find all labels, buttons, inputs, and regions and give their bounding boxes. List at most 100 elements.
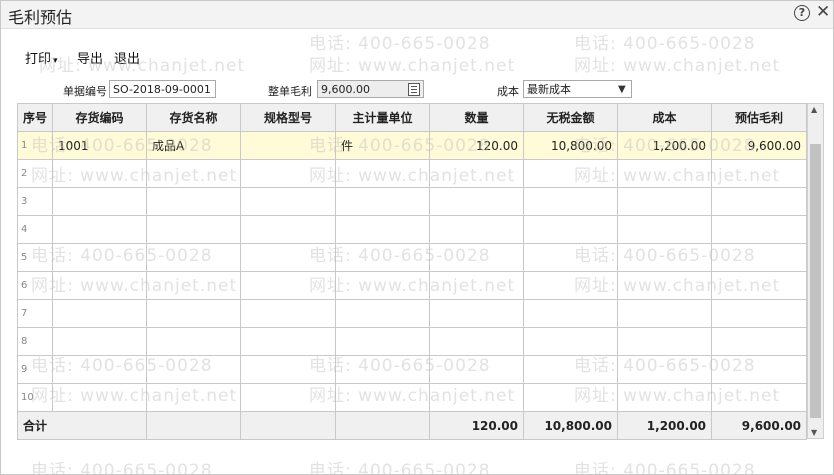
cell-spec[interactable]	[240, 355, 337, 384]
cell-profit[interactable]	[711, 299, 808, 328]
cell-code[interactable]	[52, 327, 148, 356]
exit-button[interactable]: 退出	[114, 48, 140, 67]
cell-name[interactable]	[146, 215, 242, 244]
cell-spec[interactable]	[240, 299, 337, 328]
print-menu[interactable]: 打印 ▾	[25, 48, 58, 67]
header-qty[interactable]: 数量	[429, 103, 525, 132]
cell-cost[interactable]: 1,200.00	[617, 131, 713, 160]
cell-profit[interactable]	[711, 159, 808, 188]
cell-name[interactable]	[146, 327, 242, 356]
table-row[interactable]: 2	[16, 159, 808, 188]
cell-amount[interactable]	[523, 243, 619, 272]
table-row[interactable]: 9	[16, 355, 808, 384]
cell-name[interactable]	[146, 243, 242, 272]
cost-method-select[interactable]: 最新成本	[523, 80, 632, 98]
header-amount[interactable]: 无税金额	[523, 103, 619, 132]
cell-profit[interactable]	[711, 271, 808, 300]
export-button[interactable]: 导出	[77, 48, 103, 67]
cell-amount[interactable]	[523, 299, 619, 328]
cell-code[interactable]	[52, 159, 148, 188]
cell-qty[interactable]: 120.00	[429, 131, 525, 160]
cell-unit[interactable]	[335, 215, 431, 244]
header-seq[interactable]: 序号	[16, 103, 54, 132]
header-spec[interactable]: 规格型号	[240, 103, 337, 132]
cell-spec[interactable]	[240, 159, 337, 188]
cell-unit[interactable]	[335, 383, 431, 412]
cell-profit[interactable]	[711, 243, 808, 272]
cell-qty[interactable]	[429, 243, 525, 272]
table-row[interactable]: 4	[16, 215, 808, 244]
table-row[interactable]: 5	[16, 243, 808, 272]
header-profit[interactable]: 预估毛利	[711, 103, 808, 132]
cell-cost[interactable]	[617, 187, 713, 216]
scrollbar-thumb[interactable]	[810, 144, 821, 418]
cell-code[interactable]	[52, 355, 148, 384]
doc-no-field[interactable]: SO-2018-09-0001	[109, 80, 216, 98]
close-icon[interactable]: ✕	[816, 2, 830, 22]
cell-cost[interactable]	[617, 299, 713, 328]
cell-unit[interactable]: 件	[335, 131, 431, 160]
cell-unit[interactable]	[335, 159, 431, 188]
cell-profit[interactable]	[711, 355, 808, 384]
cell-profit[interactable]	[711, 327, 808, 356]
cell-unit[interactable]	[335, 243, 431, 272]
cell-amount[interactable]	[523, 159, 619, 188]
cell-cost[interactable]	[617, 215, 713, 244]
cell-amount[interactable]	[523, 383, 619, 412]
cell-unit[interactable]	[335, 327, 431, 356]
header-name[interactable]: 存货名称	[146, 103, 242, 132]
cell-cost[interactable]	[617, 243, 713, 272]
cell-amount[interactable]	[523, 327, 619, 356]
cell-qty[interactable]	[429, 271, 525, 300]
cell-spec[interactable]	[240, 187, 337, 216]
cell-code[interactable]	[52, 243, 148, 272]
header-cost[interactable]: 成本	[617, 103, 713, 132]
cell-code[interactable]: 1001	[52, 131, 148, 160]
help-icon[interactable]: ?	[794, 5, 810, 21]
cell-unit[interactable]	[335, 355, 431, 384]
table-row[interactable]: 10	[16, 383, 808, 412]
cell-name[interactable]	[146, 383, 242, 412]
cell-name[interactable]	[146, 159, 242, 188]
table-row[interactable]: 7	[16, 299, 808, 328]
cell-qty[interactable]	[429, 327, 525, 356]
cell-profit[interactable]	[711, 215, 808, 244]
cell-code[interactable]	[52, 187, 148, 216]
cell-qty[interactable]	[429, 355, 525, 384]
cell-spec[interactable]	[240, 215, 337, 244]
cell-qty[interactable]	[429, 383, 525, 412]
cell-name[interactable]	[146, 187, 242, 216]
cell-spec[interactable]	[240, 271, 337, 300]
cell-name[interactable]: 成品A	[146, 131, 242, 160]
scroll-down-icon[interactable]: ▼	[811, 428, 817, 437]
cell-code[interactable]	[52, 299, 148, 328]
cell-unit[interactable]	[335, 299, 431, 328]
cell-qty[interactable]	[429, 187, 525, 216]
cell-profit[interactable]	[711, 187, 808, 216]
cell-profit[interactable]	[711, 383, 808, 412]
cell-spec[interactable]	[240, 327, 337, 356]
calculator-icon[interactable]	[408, 83, 420, 96]
cell-cost[interactable]	[617, 159, 713, 188]
cell-amount[interactable]	[523, 187, 619, 216]
cell-code[interactable]	[52, 383, 148, 412]
header-unit[interactable]: 主计量单位	[335, 103, 431, 132]
cell-qty[interactable]	[429, 299, 525, 328]
cell-name[interactable]	[146, 271, 242, 300]
cell-cost[interactable]	[617, 327, 713, 356]
cell-code[interactable]	[52, 215, 148, 244]
cell-amount[interactable]	[523, 355, 619, 384]
cell-amount[interactable]	[523, 271, 619, 300]
cell-amount[interactable]: 10,800.00	[523, 131, 619, 160]
chevron-down-icon[interactable]: ▼	[618, 84, 626, 95]
cell-unit[interactable]	[335, 187, 431, 216]
cell-name[interactable]	[146, 355, 242, 384]
cell-amount[interactable]	[523, 215, 619, 244]
cell-cost[interactable]	[617, 383, 713, 412]
cell-spec[interactable]	[240, 131, 337, 160]
table-row[interactable]: 8	[16, 327, 808, 356]
vertical-scrollbar[interactable]: ▲ ▼	[807, 103, 824, 439]
cell-cost[interactable]	[617, 271, 713, 300]
cell-spec[interactable]	[240, 243, 337, 272]
cell-name[interactable]	[146, 299, 242, 328]
